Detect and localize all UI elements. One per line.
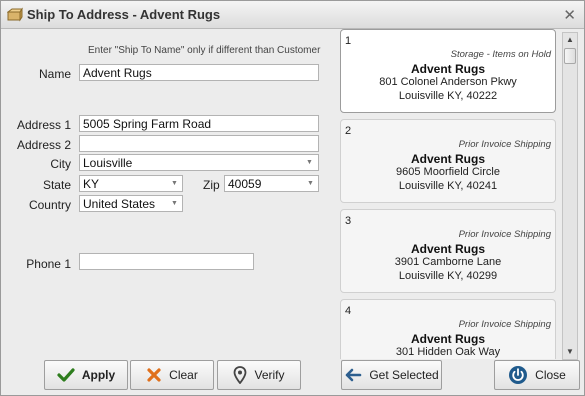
card-address-line2: Louisville KY, 40241: [398, 180, 498, 192]
card-number: 4: [345, 305, 352, 317]
card-number: 2: [345, 125, 352, 137]
state-value: KY: [83, 177, 100, 191]
title-bar: Ship To Address - Advent Rugs ✕: [1, 1, 584, 29]
scroll-up-icon[interactable]: ▲: [563, 33, 577, 47]
get-selected-label: Get Selected: [369, 368, 439, 382]
address-list-scrollbar[interactable]: ▲ ▼: [562, 32, 578, 360]
card-number: 3: [345, 215, 352, 227]
get-selected-button[interactable]: Get Selected: [341, 360, 442, 390]
arrow-left-icon: [344, 367, 362, 383]
window-title: Ship To Address - Advent Rugs: [27, 7, 221, 22]
verify-button[interactable]: Verify: [217, 360, 301, 390]
verify-label: Verify: [254, 368, 285, 382]
location-pin-icon: [233, 366, 247, 384]
close-button[interactable]: Close: [494, 360, 580, 390]
address1-label: Address 1: [16, 118, 71, 132]
address-card-4[interactable]: 4 Prior Invoice Shipping Advent Rugs 301…: [340, 299, 556, 359]
scroll-thumb[interactable]: [564, 48, 576, 64]
card-address-line1: 301 Hidden Oak Way: [395, 346, 501, 358]
card-number: 1: [345, 35, 352, 47]
address-card-3[interactable]: 3 Prior Invoice Shipping Advent Rugs 390…: [340, 209, 556, 293]
apply-label: Apply: [81, 368, 116, 382]
zip-label: Zip: [203, 178, 220, 192]
country-select[interactable]: United States ▼: [79, 195, 183, 212]
address-history-list[interactable]: 1 Storage - Items on Hold Advent Rugs 80…: [338, 29, 560, 359]
apply-button[interactable]: Apply: [44, 360, 128, 390]
chevron-down-icon[interactable]: ▼: [307, 180, 314, 187]
card-name: Advent Rugs: [410, 152, 485, 166]
card-note: Prior Invoice Shipping: [458, 319, 551, 330]
checkmark-icon: [57, 367, 75, 383]
address1-field[interactable]: 5005 Spring Farm Road: [79, 115, 319, 132]
chevron-down-icon[interactable]: ▼: [171, 180, 178, 187]
card-name: Advent Rugs: [410, 332, 485, 346]
state-label: State: [42, 178, 71, 192]
card-address-line1: 801 Colonel Anderson Pkwy: [379, 76, 517, 88]
country-label: Country: [28, 198, 71, 212]
address2-field[interactable]: [79, 135, 319, 152]
ship-to-name-hint: Enter "Ship To Name" only if different t…: [88, 45, 321, 56]
city-select[interactable]: Louisville ▼: [79, 154, 319, 171]
address2-label: Address 2: [16, 138, 71, 152]
card-address-line1: 3901 Camborne Lane: [394, 256, 502, 268]
card-address-line2: Louisville KY, 40299: [398, 270, 498, 282]
power-icon: [508, 365, 528, 385]
clear-button[interactable]: Clear: [130, 360, 214, 390]
phone1-label: Phone 1: [26, 257, 71, 271]
card-address-line1: 9605 Moorfield Circle: [396, 166, 500, 178]
address-card-2[interactable]: 2 Prior Invoice Shipping Advent Rugs 960…: [340, 119, 556, 203]
scroll-down-icon[interactable]: ▼: [563, 345, 577, 359]
card-name: Advent Rugs: [410, 242, 485, 256]
name-label: Name: [38, 67, 71, 81]
close-label: Close: [535, 368, 566, 382]
card-name: Advent Rugs: [410, 62, 485, 76]
window-icon: [6, 7, 23, 23]
chevron-down-icon[interactable]: ▼: [171, 200, 178, 207]
zip-select[interactable]: 40059 ▼: [224, 175, 319, 192]
card-note: Prior Invoice Shipping: [458, 229, 551, 240]
card-note: Storage - Items on Hold: [450, 49, 551, 60]
chevron-down-icon[interactable]: ▼: [306, 159, 313, 166]
country-value: United States: [83, 197, 156, 211]
city-label: City: [50, 157, 71, 171]
card-note: Prior Invoice Shipping: [458, 139, 551, 150]
state-select[interactable]: KY ▼: [79, 175, 183, 192]
clear-label: Clear: [169, 368, 198, 382]
close-icon[interactable]: ✕: [563, 6, 576, 24]
clear-x-icon: [146, 367, 162, 383]
name-field[interactable]: Advent Rugs: [79, 64, 319, 81]
phone1-field[interactable]: [79, 253, 254, 270]
address-card-1[interactable]: 1 Storage - Items on Hold Advent Rugs 80…: [340, 29, 556, 113]
ship-to-address-dialog: Ship To Address - Advent Rugs ✕ Enter "S…: [0, 0, 585, 396]
city-value: Louisville: [83, 156, 133, 170]
zip-value: 40059: [228, 177, 262, 191]
card-address-line2: Louisville KY, 40222: [398, 90, 498, 102]
